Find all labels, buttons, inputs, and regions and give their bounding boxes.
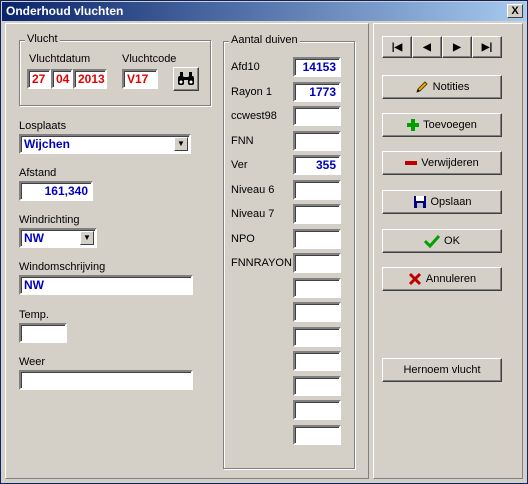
opslaan-label: Opslaan: [430, 196, 472, 208]
aantal-row-field[interactable]: [293, 400, 341, 420]
toevoegen-label: Toevoegen: [423, 119, 477, 131]
aantal-row-label: NPO: [231, 232, 255, 245]
cross-icon: [408, 272, 421, 286]
losplaats-select[interactable]: Wijchen ▼: [19, 134, 191, 154]
aantal-row-field[interactable]: [293, 130, 341, 151]
ok-label: OK: [444, 235, 460, 247]
aantal-row-field[interactable]: [293, 228, 341, 249]
title-bar: Onderhoud vluchten X: [2, 2, 526, 21]
verwijderen-button[interactable]: Verwijderen: [382, 151, 502, 175]
aantal-row-field[interactable]: [293, 179, 341, 200]
binoculars-icon: [178, 72, 194, 85]
aantal-duiven-label: Aantal duiven: [229, 34, 300, 46]
vluchtcode-label: Vluchtcode: [122, 53, 177, 65]
toevoegen-button[interactable]: Toevoegen: [382, 113, 502, 137]
dialog-window: Onderhoud vluchten X Vlucht Vluchtdatum …: [0, 0, 528, 484]
aantal-row-field[interactable]: [293, 277, 341, 298]
windomschrijving-label: Windomschrijving: [19, 261, 106, 273]
aantal-row-field[interactable]: [293, 351, 341, 371]
aantal-row-field[interactable]: [293, 106, 341, 126]
vluchtdatum-day-field[interactable]: 27: [27, 69, 51, 89]
vlucht-group-label: Vlucht: [25, 33, 60, 45]
aantal-row-field[interactable]: 14153: [293, 57, 341, 77]
next-record-button[interactable]: ▶: [442, 36, 472, 58]
aantal-row-label: FNN: [231, 134, 254, 147]
aantal-row-label: Ver: [231, 159, 248, 171]
aantal-row-label: Niveau 6: [231, 183, 275, 196]
aantal-row-field[interactable]: [293, 375, 341, 396]
aantal-row-label: FNNRAYON: [231, 257, 292, 269]
aantal-row-field[interactable]: 1773: [293, 81, 341, 102]
losplaats-value: Wijchen: [24, 137, 70, 151]
pencil-icon: [415, 81, 428, 93]
checkmark-icon: [424, 234, 441, 248]
vluchtdatum-year-field[interactable]: 2013: [73, 69, 107, 89]
vluchtdatum-month-field[interactable]: 04: [51, 69, 73, 89]
previous-record-button[interactable]: ◀: [412, 36, 442, 58]
verwijderen-label: Verwijderen: [421, 157, 479, 169]
notities-label: Notities: [432, 81, 470, 93]
aantal-row-label: ccwest98: [231, 110, 277, 122]
windomschrijving-field[interactable]: NW: [19, 275, 193, 295]
plus-icon: [407, 119, 420, 131]
aantal-row-field[interactable]: [293, 424, 341, 445]
floppy-disk-icon: [413, 196, 426, 208]
windrichting-value: NW: [24, 231, 44, 245]
annuleren-button[interactable]: Annuleren: [382, 267, 502, 291]
aantal-row-field[interactable]: 355: [293, 155, 341, 175]
losplaats-label: Losplaats: [19, 120, 67, 132]
vluchtdatum-label: Vluchtdatum: [29, 53, 91, 65]
aantal-row-field[interactable]: [293, 326, 341, 347]
aantal-row-field[interactable]: [293, 253, 341, 273]
aantal-row-field[interactable]: [293, 302, 341, 322]
aantal-row-field[interactable]: [293, 204, 341, 224]
temp-label: Temp.: [19, 309, 49, 321]
chevron-down-icon[interactable]: ▼: [174, 137, 188, 151]
vluchtcode-field[interactable]: V17: [122, 69, 158, 89]
aantal-row-label: Rayon 1: [231, 85, 272, 98]
window-title: Onderhoud vluchten: [6, 4, 124, 18]
search-binoculars-button[interactable]: [173, 67, 199, 91]
hernoem-vlucht-button[interactable]: Hernoem vlucht: [382, 358, 502, 382]
notities-button[interactable]: Notities: [382, 75, 502, 99]
aantal-row-label: Afd10: [231, 61, 260, 73]
afstand-field[interactable]: 161,340: [19, 181, 93, 201]
annuleren-label: Annuleren: [425, 273, 477, 285]
ok-button[interactable]: OK: [382, 229, 502, 253]
close-button[interactable]: X: [507, 4, 523, 18]
windrichting-select[interactable]: NW ▼: [19, 228, 97, 248]
first-record-button[interactable]: |◀: [382, 36, 412, 58]
minus-icon: [405, 161, 418, 165]
weer-field[interactable]: [19, 370, 193, 390]
last-record-button[interactable]: ▶|: [472, 36, 502, 58]
temp-field[interactable]: [19, 323, 67, 343]
aantal-row-label: Niveau 7: [231, 208, 275, 220]
windrichting-label: Windrichting: [19, 214, 80, 226]
opslaan-button[interactable]: Opslaan: [382, 190, 502, 214]
chevron-down-icon[interactable]: ▼: [80, 231, 94, 245]
weer-label: Weer: [19, 356, 46, 368]
afstand-label: Afstand: [19, 167, 57, 179]
